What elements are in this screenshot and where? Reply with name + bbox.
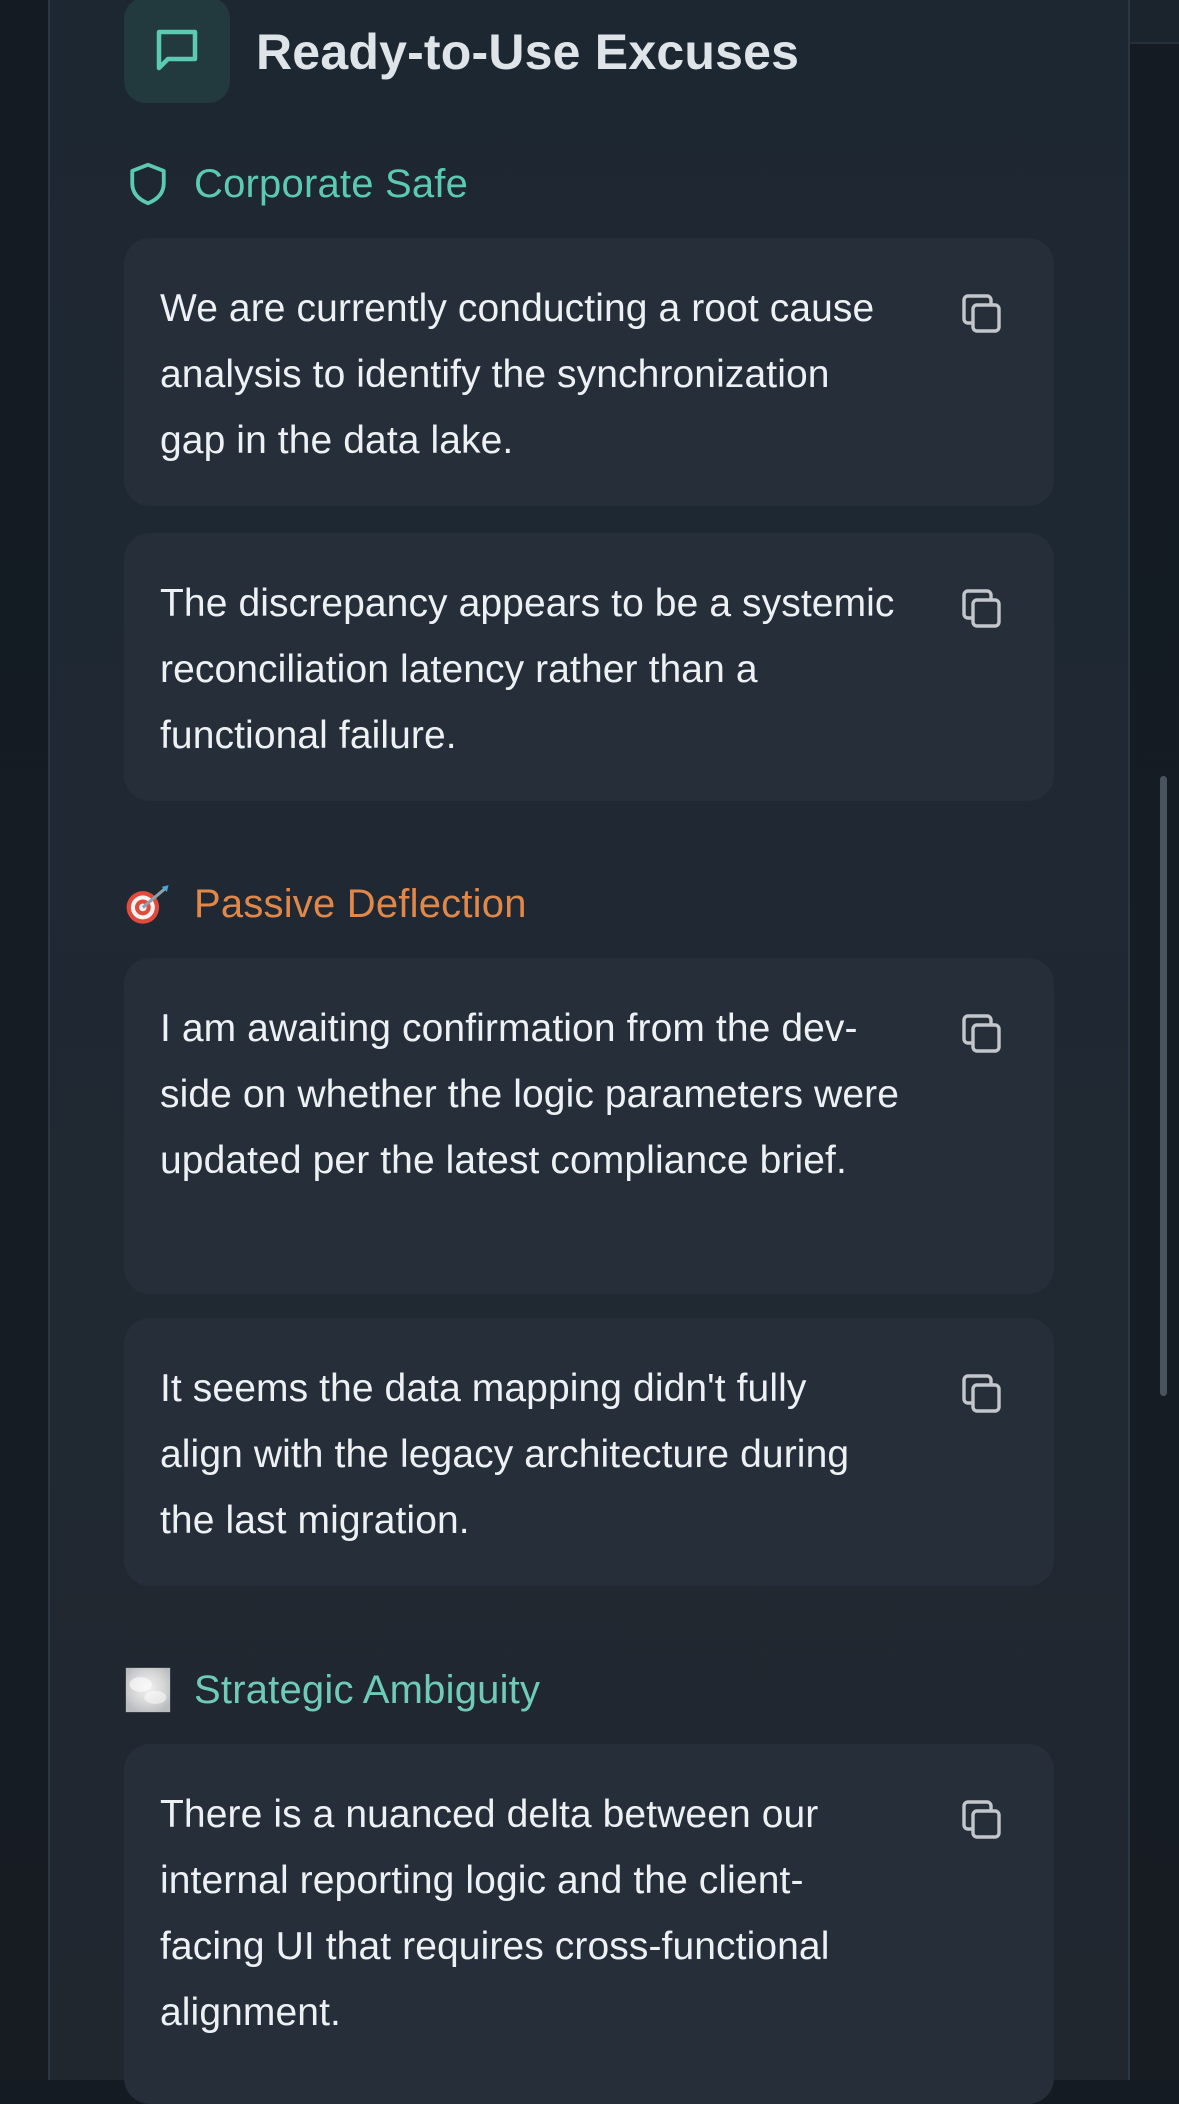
- copy-button[interactable]: [956, 1008, 1008, 1060]
- excuse-card[interactable]: I am awaiting confirmation from the dev-…: [124, 958, 1054, 1294]
- excuse-card[interactable]: There is a nuanced delta between our int…: [124, 1744, 1054, 2104]
- page-title: Ready-to-Use Excuses: [256, 24, 800, 80]
- dart-target-icon: [124, 880, 172, 928]
- copy-button[interactable]: [956, 583, 1008, 635]
- shield-icon: [124, 160, 172, 208]
- copy-button[interactable]: [956, 1368, 1008, 1420]
- panel-header: Ready-to-Use Excuses: [124, 0, 799, 104]
- excuse-text: The discrepancy appears to be a systemic…: [160, 582, 895, 757]
- copy-icon: [962, 589, 1001, 628]
- top-edge: [1130, 0, 1179, 44]
- excuse-card[interactable]: It seems the data mapping didn't fully a…: [124, 1318, 1054, 1586]
- excuse-text: It seems the data mapping didn't fully a…: [160, 1367, 850, 1542]
- excuse-text: There is a nuanced delta between our int…: [160, 1793, 830, 2034]
- excuse-text: I am awaiting confirmation from the dev-…: [160, 1007, 899, 1182]
- scrollbar-thumb[interactable]: [1160, 776, 1167, 1396]
- copy-button[interactable]: [956, 288, 1008, 340]
- section-heading-strategic-ambiguity: Strategic Ambiguity: [124, 1660, 540, 1720]
- section-label: Passive Deflection: [194, 881, 527, 926]
- section-heading-passive-deflection: Passive Deflection: [124, 874, 527, 934]
- fog-icon: [124, 1666, 172, 1714]
- message-square-icon: [124, 0, 230, 103]
- copy-icon: [962, 1014, 1001, 1053]
- excuse-card[interactable]: We are currently conducting a root cause…: [124, 238, 1054, 506]
- excuse-card[interactable]: The discrepancy appears to be a systemic…: [124, 533, 1054, 801]
- section-label: Corporate Safe: [194, 161, 469, 206]
- copy-icon: [962, 1800, 1001, 1839]
- section-label: Strategic Ambiguity: [194, 1667, 541, 1712]
- excuse-text: We are currently conducting a root cause…: [160, 287, 875, 462]
- section-heading-corporate-safe: Corporate Safe: [124, 154, 468, 214]
- copy-button[interactable]: [956, 1794, 1008, 1846]
- copy-icon: [962, 1374, 1001, 1413]
- copy-icon: [962, 294, 1001, 333]
